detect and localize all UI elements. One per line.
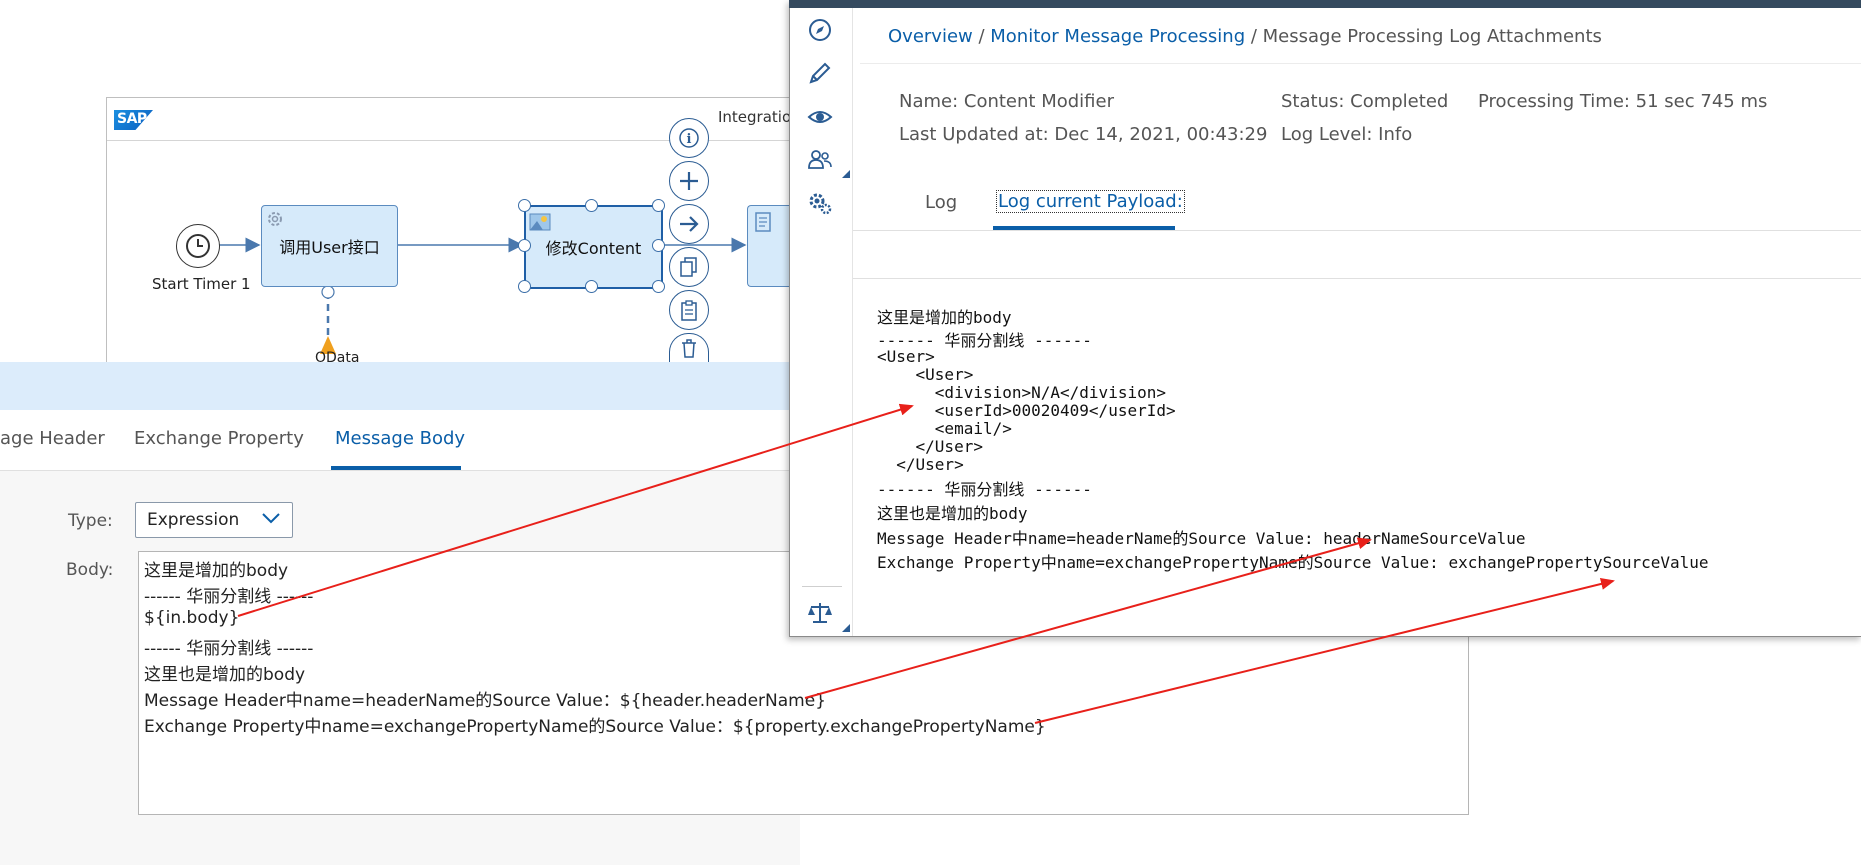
start-timer-label: Start Timer 1	[152, 275, 251, 293]
breadcrumb-current: Message Processing Log Attachments	[1262, 26, 1602, 47]
payload-line: </User>	[877, 455, 964, 474]
gears-icon[interactable]	[807, 190, 833, 216]
body-line: Exchange Property中name=exchangePropertyN…	[144, 717, 1046, 737]
tab-log[interactable]: Log	[925, 192, 957, 213]
body-line: ------ 华丽分割线 ------	[144, 639, 314, 659]
log-processing-time: Processing Time: 51 sec 745 ms	[1478, 91, 1768, 112]
tab-message-body[interactable]: Message Body	[335, 428, 465, 449]
body-line: ------ 华丽分割线 ------	[144, 587, 314, 607]
selection-handle[interactable]	[652, 280, 665, 293]
properties-tabbar: age Header Exchange Property Message Bod…	[0, 410, 800, 471]
tab-exchange-property[interactable]: Exchange Property	[134, 428, 304, 449]
payload-toolbar-divider	[853, 278, 1861, 279]
arrow-right-icon	[680, 216, 699, 232]
body-line: ${in.body}	[144, 608, 240, 628]
breadcrumb-separator: /	[972, 26, 991, 47]
script-icon	[755, 212, 771, 232]
copy-button[interactable]	[669, 247, 709, 287]
info-icon: i	[679, 128, 699, 148]
connect-button[interactable]	[669, 204, 709, 244]
selection-handle[interactable]	[518, 199, 531, 212]
tabs-divider	[853, 230, 1861, 231]
pencil-icon[interactable]	[807, 60, 833, 86]
selection-handle[interactable]	[518, 280, 531, 293]
expand-corner-icon	[842, 170, 850, 178]
paste-button[interactable]	[669, 290, 709, 330]
copy-icon	[680, 257, 697, 277]
clock-icon	[186, 234, 210, 258]
task-modify-content-label: 修改Content	[545, 239, 642, 258]
payload-line: <division>N/A</division>	[877, 383, 1166, 402]
breadcrumb-separator: /	[1245, 26, 1263, 47]
payload-line: <User>	[877, 365, 974, 384]
log-status: Status: Completed	[1281, 91, 1449, 112]
content-modifier-icon	[529, 213, 551, 231]
task-modify-content[interactable]: 修改Content	[524, 205, 663, 289]
info-button[interactable]: i	[669, 118, 709, 158]
log-last-updated: Last Updated at: Dec 14, 2021, 00:43:29	[899, 124, 1268, 145]
chevron-down-icon	[262, 513, 280, 524]
odata-connection-handle[interactable]	[321, 285, 335, 299]
payload-line: 这里是增加的body	[877, 308, 1012, 327]
clipboard-icon	[681, 300, 697, 321]
breadcrumb-overview[interactable]: Overview	[888, 26, 973, 47]
body-line: 这里也是增加的body	[144, 665, 306, 685]
eye-icon[interactable]	[807, 104, 833, 130]
type-select-value: Expression	[147, 510, 240, 530]
navigation-sidebar	[790, 8, 853, 636]
scales-icon[interactable]	[807, 600, 833, 626]
properties-panel-titlebar	[0, 362, 800, 410]
sidebar-divider	[802, 586, 842, 587]
task-user-call-label: 调用User接口	[279, 238, 380, 257]
add-button[interactable]	[669, 161, 709, 201]
type-label: Type:	[68, 511, 113, 531]
breadcrumb-monitor[interactable]: Monitor Message Processing	[990, 26, 1245, 47]
users-icon[interactable]	[807, 147, 833, 173]
payload-line: ------ 华丽分割线 ------	[877, 480, 1092, 499]
log-name: Name: Content Modifier	[899, 91, 1114, 112]
payload-line: Message Header中name=headerName的Source Va…	[877, 529, 1526, 548]
tab-message-header[interactable]: age Header	[0, 428, 105, 449]
gear-icon	[268, 212, 282, 226]
selection-handle[interactable]	[652, 199, 665, 212]
payload-line: <email/>	[877, 419, 1012, 438]
selection-handle[interactable]	[652, 239, 665, 252]
task-user-call[interactable]: 调用User接口	[261, 205, 398, 287]
active-tab-indicator	[331, 466, 461, 470]
plus-icon	[680, 172, 698, 190]
payload-line: <User>	[877, 347, 935, 366]
payload-line: </User>	[877, 437, 983, 456]
svg-text:i: i	[687, 132, 692, 147]
body-line: 这里是增加的body	[144, 561, 289, 581]
selection-handle[interactable]	[585, 280, 598, 293]
payload-line: Exchange Property中name=exchangePropertyN…	[877, 553, 1709, 572]
delete-button[interactable]	[669, 333, 709, 362]
body-label: Body:	[66, 560, 114, 580]
selection-handle[interactable]	[518, 239, 531, 252]
expand-corner-icon	[842, 624, 850, 632]
header-divider	[860, 63, 1861, 64]
tab-log-current-payload[interactable]: Log current Payload:	[996, 190, 1185, 213]
selection-handle[interactable]	[585, 199, 598, 212]
payload-line: <userId>00020409</userId>	[877, 401, 1176, 420]
trash-icon	[682, 339, 696, 358]
start-timer-event[interactable]	[176, 224, 220, 268]
body-line: Message Header中name=headerName的Source Va…	[144, 691, 827, 711]
compass-icon[interactable]	[807, 17, 833, 43]
breadcrumb: Overview / Monitor Message Processing / …	[888, 26, 1602, 47]
log-level: Log Level: Info	[1281, 124, 1413, 145]
payload-line: 这里也是增加的body	[877, 504, 1028, 523]
shell-bar	[789, 0, 1861, 8]
